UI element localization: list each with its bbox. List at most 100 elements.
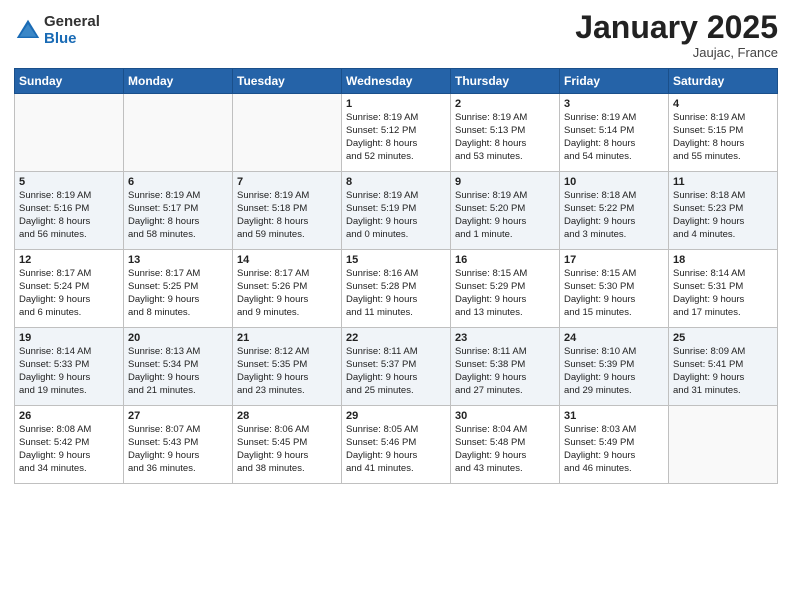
calendar-cell: 27 Sunrise: 8:07 AM Sunset: 5:43 PM Dayli… — [124, 406, 233, 484]
day-info: Sunrise: 8:19 AM Sunset: 5:13 PM Dayligh… — [455, 112, 555, 163]
day-info: Sunrise: 8:03 AM Sunset: 5:49 PM Dayligh… — [564, 424, 664, 475]
calendar-week-1: 1Sunrise: 8:19 AM Sunset: 5:12 PM Daylig… — [15, 94, 778, 172]
calendar-cell: 1Sunrise: 8:19 AM Sunset: 5:12 PM Daylig… — [342, 94, 451, 172]
day-info: Sunrise: 8:18 AM Sunset: 5:23 PM Dayligh… — [673, 190, 773, 241]
day-number: 19 — [19, 332, 119, 344]
day-info: Sunrise: 8:19 AM Sunset: 5:15 PM Dayligh… — [673, 112, 773, 163]
calendar-cell: 10 Sunrise: 8:18 AM Sunset: 5:22 PM Dayli… — [560, 172, 669, 250]
day-info: Sunrise: 8:19 AM Sunset: 5:12 PM Dayligh… — [346, 112, 446, 163]
calendar-cell: 19 Sunrise: 8:14 AM Sunset: 5:33 PM Dayli… — [15, 328, 124, 406]
calendar-cell — [15, 94, 124, 172]
day-info: Sunrise: 8:19 AM Sunset: 5:19 PM Dayligh… — [346, 190, 446, 241]
page-header: General Blue January 2025 Jaujac, France — [14, 10, 778, 60]
calendar-header: SundayMondayTuesdayWednesdayThursdayFrid… — [15, 69, 778, 94]
day-info: Sunrise: 8:14 AM Sunset: 5:33 PM Dayligh… — [19, 346, 119, 397]
day-info: Sunrise: 8:07 AM Sunset: 5:43 PM Dayligh… — [128, 424, 228, 475]
day-number: 11 — [673, 176, 773, 188]
calendar-cell: 20 Sunrise: 8:13 AM Sunset: 5:34 PM Dayli… — [124, 328, 233, 406]
day-number: 22 — [346, 332, 446, 344]
day-number: 6 — [128, 176, 228, 188]
calendar-cell: 2 Sunrise: 8:19 AM Sunset: 5:13 PM Daylig… — [451, 94, 560, 172]
day-info: Sunrise: 8:18 AM Sunset: 5:22 PM Dayligh… — [564, 190, 664, 241]
calendar-cell: 21 Sunrise: 8:12 AM Sunset: 5:35 PM Dayli… — [233, 328, 342, 406]
title-block: January 2025 Jaujac, France — [575, 10, 778, 60]
weekday-header-saturday: Saturday — [669, 69, 778, 94]
calendar-week-2: 5Sunrise: 8:19 AM Sunset: 5:16 PM Daylig… — [15, 172, 778, 250]
calendar-cell: 26 Sunrise: 8:08 AM Sunset: 5:42 PM Dayli… — [15, 406, 124, 484]
day-number: 16 — [455, 254, 555, 266]
day-info: Sunrise: 8:11 AM Sunset: 5:38 PM Dayligh… — [455, 346, 555, 397]
calendar-week-3: 12 Sunrise: 8:17 AM Sunset: 5:24 PM Dayli… — [15, 250, 778, 328]
day-number: 23 — [455, 332, 555, 344]
calendar-cell: 14 Sunrise: 8:17 AM Sunset: 5:26 PM Dayli… — [233, 250, 342, 328]
calendar-cell — [124, 94, 233, 172]
day-info: Sunrise: 8:19 AM Sunset: 5:20 PM Dayligh… — [455, 190, 555, 241]
day-number: 2 — [455, 98, 555, 110]
calendar-cell: 30Sunrise: 8:04 AM Sunset: 5:48 PM Dayli… — [451, 406, 560, 484]
day-number: 10 — [564, 176, 664, 188]
day-number: 29 — [346, 410, 446, 422]
day-info: Sunrise: 8:06 AM Sunset: 5:45 PM Dayligh… — [237, 424, 337, 475]
calendar-cell: 5Sunrise: 8:19 AM Sunset: 5:16 PM Daylig… — [15, 172, 124, 250]
day-number: 13 — [128, 254, 228, 266]
weekday-row: SundayMondayTuesdayWednesdayThursdayFrid… — [15, 69, 778, 94]
calendar-cell: 17 Sunrise: 8:15 AM Sunset: 5:30 PM Dayli… — [560, 250, 669, 328]
day-number: 14 — [237, 254, 337, 266]
calendar-cell: 3Sunrise: 8:19 AM Sunset: 5:14 PM Daylig… — [560, 94, 669, 172]
calendar-cell: 18Sunrise: 8:14 AM Sunset: 5:31 PM Dayli… — [669, 250, 778, 328]
logo-general-text: General — [44, 14, 100, 31]
day-info: Sunrise: 8:05 AM Sunset: 5:46 PM Dayligh… — [346, 424, 446, 475]
day-number: 5 — [19, 176, 119, 188]
weekday-header-tuesday: Tuesday — [233, 69, 342, 94]
day-info: Sunrise: 8:19 AM Sunset: 5:14 PM Dayligh… — [564, 112, 664, 163]
day-info: Sunrise: 8:19 AM Sunset: 5:17 PM Dayligh… — [128, 190, 228, 241]
calendar-cell: 12 Sunrise: 8:17 AM Sunset: 5:24 PM Dayli… — [15, 250, 124, 328]
day-number: 12 — [19, 254, 119, 266]
day-info: Sunrise: 8:17 AM Sunset: 5:24 PM Dayligh… — [19, 268, 119, 319]
day-info: Sunrise: 8:14 AM Sunset: 5:31 PM Dayligh… — [673, 268, 773, 319]
calendar-cell: 31Sunrise: 8:03 AM Sunset: 5:49 PM Dayli… — [560, 406, 669, 484]
day-info: Sunrise: 8:15 AM Sunset: 5:30 PM Dayligh… — [564, 268, 664, 319]
calendar-cell: 11 Sunrise: 8:18 AM Sunset: 5:23 PM Dayli… — [669, 172, 778, 250]
calendar-cell: 13Sunrise: 8:17 AM Sunset: 5:25 PM Dayli… — [124, 250, 233, 328]
calendar-cell: 23 Sunrise: 8:11 AM Sunset: 5:38 PM Dayli… — [451, 328, 560, 406]
calendar-cell: 24 Sunrise: 8:10 AM Sunset: 5:39 PM Dayli… — [560, 328, 669, 406]
calendar-cell: 25 Sunrise: 8:09 AM Sunset: 5:41 PM Dayli… — [669, 328, 778, 406]
day-info: Sunrise: 8:17 AM Sunset: 5:26 PM Dayligh… — [237, 268, 337, 319]
day-number: 28 — [237, 410, 337, 422]
calendar-cell: 4 Sunrise: 8:19 AM Sunset: 5:15 PM Daylig… — [669, 94, 778, 172]
location-text: Jaujac, France — [575, 45, 778, 60]
calendar-cell: 29 Sunrise: 8:05 AM Sunset: 5:46 PM Dayli… — [342, 406, 451, 484]
day-info: Sunrise: 8:10 AM Sunset: 5:39 PM Dayligh… — [564, 346, 664, 397]
weekday-header-friday: Friday — [560, 69, 669, 94]
calendar-cell: 8Sunrise: 8:19 AM Sunset: 5:19 PM Daylig… — [342, 172, 451, 250]
calendar-week-4: 19 Sunrise: 8:14 AM Sunset: 5:33 PM Dayli… — [15, 328, 778, 406]
day-number: 26 — [19, 410, 119, 422]
calendar-cell: 15 Sunrise: 8:16 AM Sunset: 5:28 PM Dayli… — [342, 250, 451, 328]
logo: General Blue — [14, 14, 100, 47]
day-number: 27 — [128, 410, 228, 422]
weekday-header-wednesday: Wednesday — [342, 69, 451, 94]
day-number: 24 — [564, 332, 664, 344]
day-info: Sunrise: 8:13 AM Sunset: 5:34 PM Dayligh… — [128, 346, 228, 397]
day-info: Sunrise: 8:12 AM Sunset: 5:35 PM Dayligh… — [237, 346, 337, 397]
day-number: 21 — [237, 332, 337, 344]
calendar-week-5: 26 Sunrise: 8:08 AM Sunset: 5:42 PM Dayli… — [15, 406, 778, 484]
day-number: 25 — [673, 332, 773, 344]
calendar-cell — [669, 406, 778, 484]
logo-blue-text: Blue — [44, 31, 100, 48]
month-title: January 2025 — [575, 10, 778, 45]
day-info: Sunrise: 8:16 AM Sunset: 5:28 PM Dayligh… — [346, 268, 446, 319]
day-info: Sunrise: 8:11 AM Sunset: 5:37 PM Dayligh… — [346, 346, 446, 397]
day-number: 4 — [673, 98, 773, 110]
calendar-body: 1Sunrise: 8:19 AM Sunset: 5:12 PM Daylig… — [15, 94, 778, 484]
calendar-cell: 7Sunrise: 8:19 AM Sunset: 5:18 PM Daylig… — [233, 172, 342, 250]
day-info: Sunrise: 8:09 AM Sunset: 5:41 PM Dayligh… — [673, 346, 773, 397]
day-number: 15 — [346, 254, 446, 266]
logo-text: General Blue — [44, 14, 100, 47]
day-number: 20 — [128, 332, 228, 344]
day-number: 17 — [564, 254, 664, 266]
day-info: Sunrise: 8:15 AM Sunset: 5:29 PM Dayligh… — [455, 268, 555, 319]
day-info: Sunrise: 8:19 AM Sunset: 5:18 PM Dayligh… — [237, 190, 337, 241]
day-info: Sunrise: 8:08 AM Sunset: 5:42 PM Dayligh… — [19, 424, 119, 475]
